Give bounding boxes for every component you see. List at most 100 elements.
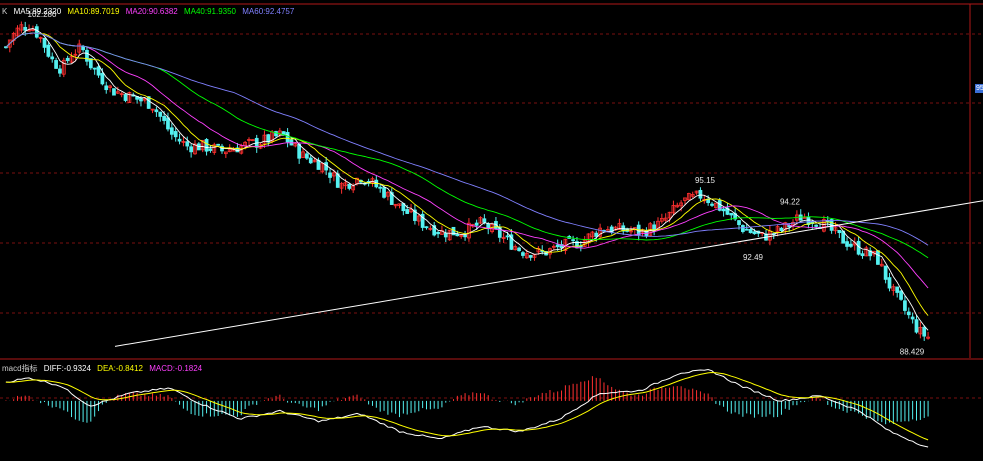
- legend-prefix: K: [2, 7, 8, 16]
- macd-diff-line: [5, 368, 929, 448]
- candle-body-78: [305, 153, 309, 159]
- candle-body-89: [347, 183, 352, 189]
- candle-body-31: [123, 94, 128, 101]
- candle-body-188: [729, 212, 734, 216]
- candle-body-226: [876, 250, 880, 265]
- legend-ma10: MA10:89.7019: [67, 7, 120, 16]
- trendline-0: [114, 200, 983, 347]
- candle-body-52: [204, 139, 209, 152]
- candle-body-238: [922, 326, 927, 337]
- candle-body-192: [744, 228, 749, 231]
- candle-body-53: [208, 148, 213, 151]
- candle-body-84: [328, 172, 332, 178]
- candle-body-235: [910, 316, 915, 320]
- macd-diff: DIFF:-0.9324: [43, 364, 91, 373]
- candle-body-104: [405, 209, 410, 214]
- candle-body-124: [482, 218, 487, 223]
- candle-body-41: [162, 116, 166, 121]
- candle-body-25: [100, 73, 105, 85]
- candle-body-55: [216, 143, 221, 146]
- candle-body-190: [737, 220, 741, 225]
- ma60-line: [5, 32, 929, 246]
- candle-body-206: [798, 214, 803, 221]
- candle-body-24: [96, 66, 101, 76]
- candle-body-183: [710, 203, 714, 206]
- peak-label-4: 88.429: [900, 347, 925, 356]
- candle-body-222: [860, 253, 865, 257]
- candle-body-194: [752, 231, 757, 235]
- candle-body-147: [571, 239, 575, 242]
- candle-body-114: [443, 232, 448, 238]
- candle-body-44: [173, 131, 178, 138]
- candle-body-97: [378, 186, 383, 189]
- peak-label-3: 92.49: [743, 253, 764, 262]
- candle-body-13: [54, 60, 58, 69]
- ma5-line: [5, 28, 929, 331]
- candle-body-186: [721, 208, 726, 212]
- candle-body-10: [42, 37, 47, 48]
- candle-body-70: [274, 131, 278, 137]
- candle-body-26: [104, 85, 109, 91]
- candle-body-40: [158, 111, 163, 117]
- legend-ma5: MA5:89.2320: [13, 7, 62, 16]
- candle-body-216: [837, 229, 842, 234]
- candle-body-233: [903, 300, 907, 311]
- candle-body-210: [814, 224, 819, 227]
- candle-body-231: [895, 286, 900, 293]
- candle-body-119: [463, 234, 467, 238]
- candle-body-45: [177, 138, 182, 142]
- candle-body-136: [528, 255, 533, 258]
- candle-body-117: [455, 234, 460, 237]
- candle-body-193: [748, 228, 753, 234]
- main-legend: K MA5:89.2320 MA10:89.7019 MA20:90.6382 …: [2, 7, 298, 16]
- candle-body-153: [594, 232, 599, 237]
- candle-body-28: [112, 88, 116, 96]
- peak-label-1: 95.15: [695, 176, 716, 185]
- candle-body-76: [297, 143, 302, 159]
- candle-body-43: [169, 127, 174, 135]
- candle-body-8: [34, 26, 39, 38]
- macd-legend: macd指标 DIFF:-0.9324 DEA:-0.8412 MACD:-0.…: [2, 363, 206, 374]
- candle-body-134: [521, 252, 525, 256]
- chart-stage: 102.280 95.15 94.22 92.49 88.429 K MA5:89.23…: [0, 0, 983, 456]
- candle-body-130: [505, 235, 510, 238]
- candle-body-42: [166, 117, 170, 130]
- candle-body-23: [92, 67, 97, 70]
- candle-body-133: [517, 247, 521, 252]
- legend-ma20: MA20:90.6382: [125, 7, 178, 16]
- candle-body-143: [555, 244, 560, 248]
- candle-body-218: [845, 241, 849, 247]
- peak-label-2: 94.22: [780, 197, 801, 206]
- candle-body-47: [185, 141, 190, 147]
- candle-body-39: [154, 109, 159, 113]
- candle-body-20: [81, 46, 85, 51]
- legend-ma40: MA40:91.9350: [183, 7, 237, 16]
- candle-body-232: [899, 290, 903, 300]
- candle-body-21: [85, 49, 89, 62]
- candle-body-191: [741, 225, 745, 232]
- right-price-badge[interactable]: 95: [975, 84, 983, 93]
- candle-body-180: [698, 189, 703, 199]
- candle-body-219: [849, 243, 853, 247]
- candlestick-chart[interactable]: 102.28095.1594.2292.4988.429: [0, 0, 983, 456]
- candle-body-79: [308, 157, 313, 164]
- macd-dea: DEA:-0.8412: [97, 364, 143, 373]
- candle-body-229: [887, 277, 892, 289]
- candle-body-48: [189, 146, 193, 153]
- candle-body-16: [65, 57, 70, 62]
- legend-ma60: MA60:92.4757: [242, 7, 295, 16]
- candle-body-73: [285, 132, 290, 143]
- candle-body-14: [58, 68, 62, 74]
- candle-body-228: [883, 265, 888, 280]
- ma10-line: [5, 32, 929, 316]
- candle-body-112: [436, 231, 440, 235]
- candle-body-11: [46, 44, 51, 57]
- candle-body-5: [23, 26, 28, 31]
- macd-dea-line: [5, 371, 929, 441]
- macd-value: MACD:-0.1824: [149, 364, 203, 373]
- macd-title: macd指标: [2, 364, 38, 373]
- candle-body-109: [424, 226, 429, 229]
- candle-body-234: [906, 311, 911, 316]
- candle-body-236: [914, 319, 919, 333]
- candle-body-98: [382, 187, 386, 198]
